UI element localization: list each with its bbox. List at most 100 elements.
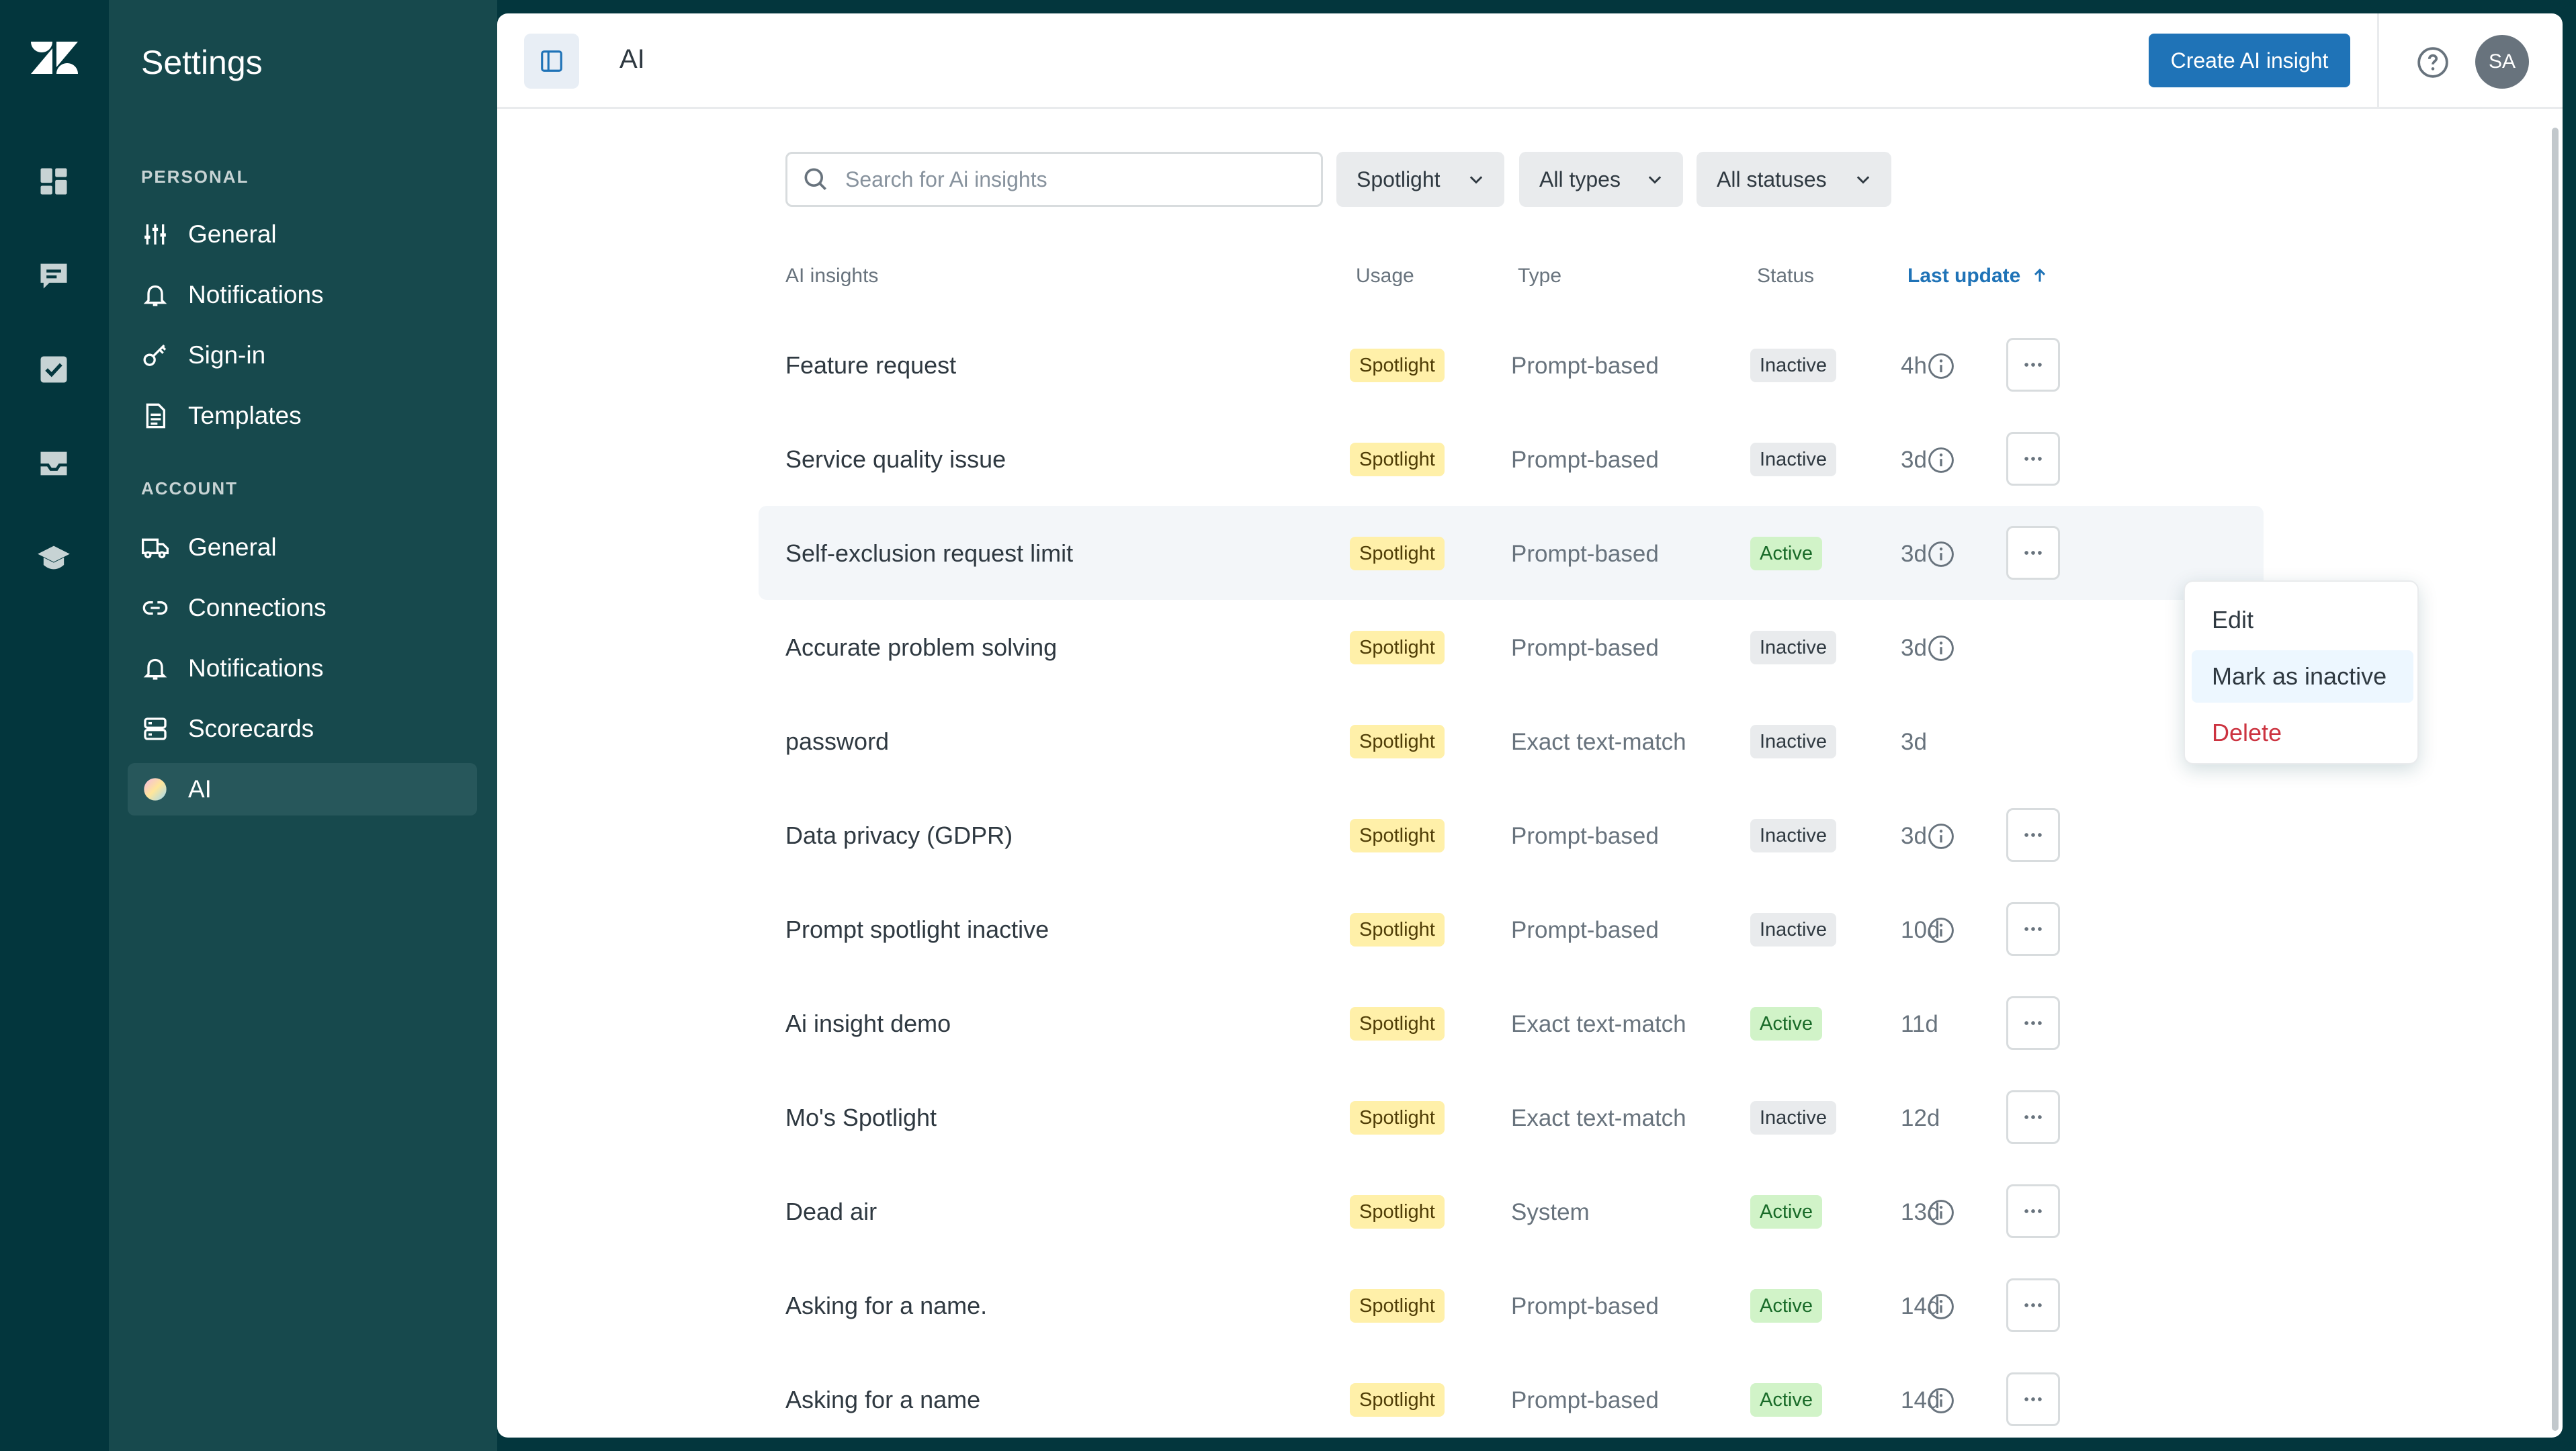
more-horizontal-icon — [2024, 833, 2042, 837]
column-header-label: Last update — [1907, 265, 2021, 287]
info-icon[interactable] — [1926, 445, 1956, 475]
table-row[interactable]: Service quality issue Spotlight Prompt-bas… — [759, 412, 2264, 506]
search-icon — [804, 168, 826, 190]
scrollbar[interactable] — [2552, 128, 2559, 1431]
column-header-ai-insights[interactable]: AI insights — [785, 265, 878, 288]
usage-badge: Spotlight — [1350, 443, 1445, 476]
info-icon[interactable] — [1926, 1198, 1956, 1227]
insight-name[interactable]: password — [785, 728, 889, 756]
insight-name[interactable]: Prompt spotlight inactive — [785, 916, 1049, 944]
column-header-usage[interactable]: Usage — [1356, 265, 1414, 288]
insight-name[interactable]: Data privacy (GDPR) — [785, 822, 1013, 850]
sidebar-item-personal-general[interactable]: General — [128, 208, 477, 261]
dashboard-icon[interactable] — [36, 164, 71, 199]
table-row[interactable]: Mo's Spotlight Spotlight Exact text-match I… — [759, 1070, 2264, 1164]
status-badge: Inactive — [1750, 1101, 1836, 1135]
last-update: 4h — [1901, 353, 1927, 379]
conversations-icon[interactable] — [36, 258, 71, 293]
info-icon[interactable] — [1926, 1386, 1956, 1415]
info-icon[interactable] — [1926, 822, 1956, 851]
insight-type: Prompt-based — [1511, 1293, 1659, 1319]
table-row[interactable]: Feature request Spotlight Prompt-based Inac… — [759, 318, 2264, 412]
info-icon[interactable] — [1926, 633, 1956, 663]
type-filter-dropdown[interactable]: All types — [1519, 152, 1683, 207]
info-icon[interactable] — [1926, 1292, 1956, 1321]
column-header-status[interactable]: Status — [1757, 265, 1814, 288]
status-filter-label: All statuses — [1717, 167, 1827, 191]
key-icon — [141, 341, 169, 369]
help-icon[interactable] — [2416, 46, 2450, 79]
row-actions-button[interactable] — [2006, 808, 2060, 862]
table-row[interactable]: Accurate problem solving Spotlight Prompt-… — [759, 600, 2264, 694]
chevron-down-icon — [1856, 176, 1870, 184]
sidebar-item-account-notifications[interactable]: Notifications — [128, 642, 477, 695]
sidebar-item-templates[interactable]: Templates — [128, 390, 477, 442]
inbox-icon[interactable] — [36, 446, 71, 481]
avatar[interactable]: SA — [2475, 35, 2529, 89]
table-row[interactable]: Asking for a name Spotlight Prompt-based Ac… — [759, 1352, 2264, 1438]
search-field[interactable] — [785, 152, 1323, 207]
menu-item-edit[interactable]: Edit — [2192, 594, 2413, 646]
sidebar-toggle-button[interactable] — [524, 34, 579, 89]
sidebar-item-scorecards[interactable]: Scorecards — [128, 703, 477, 755]
zendesk-logo-icon[interactable] — [30, 39, 79, 77]
column-header-type[interactable]: Type — [1518, 265, 1561, 288]
row-actions-button[interactable] — [2006, 338, 2060, 392]
insight-name[interactable]: Asking for a name — [785, 1386, 980, 1414]
table-row[interactable]: Dead air Spotlight System Active 13d — [759, 1164, 2264, 1258]
row-actions-button[interactable] — [2006, 1090, 2060, 1144]
info-icon[interactable] — [1926, 539, 1956, 569]
insight-name[interactable]: Mo's Spotlight — [785, 1104, 937, 1132]
search-input[interactable] — [845, 167, 1302, 192]
table-row[interactable]: Ai insight demo Spotlight Exact text-match… — [759, 976, 2264, 1070]
insight-name[interactable]: Self-exclusion request limit — [785, 539, 1073, 568]
sidebar-item-sign-in[interactable]: Sign-in — [128, 329, 477, 382]
info-icon[interactable] — [1926, 916, 1956, 945]
sidebar-item-account-general[interactable]: General — [128, 521, 477, 574]
insight-name[interactable]: Feature request — [785, 351, 956, 380]
arrow-up-icon — [2034, 268, 2045, 282]
insight-type: Prompt-based — [1511, 541, 1659, 567]
page-title: AI — [619, 44, 645, 74]
sidebar-item-label: Notifications — [188, 654, 324, 682]
row-actions-button[interactable] — [2006, 902, 2060, 956]
row-actions-button[interactable] — [2006, 996, 2060, 1050]
bell-icon — [141, 654, 169, 683]
last-update: 3d — [1901, 823, 1927, 849]
info-icon[interactable] — [1926, 351, 1956, 381]
column-header-last-update[interactable]: Last update — [1907, 265, 2049, 288]
more-horizontal-icon — [2024, 927, 2042, 931]
table-row[interactable]: password Spotlight Exact text-match Inactiv… — [759, 694, 2264, 788]
table-row[interactable]: Self-exclusion request limit Spotlight Pro… — [759, 506, 2264, 600]
row-actions-button[interactable] — [2006, 526, 2060, 580]
insight-name[interactable]: Dead air — [785, 1198, 877, 1226]
table-row[interactable]: Asking for a name. Spotlight Prompt-based A… — [759, 1258, 2264, 1352]
training-icon[interactable] — [36, 540, 71, 575]
insight-name[interactable]: Asking for a name. — [785, 1292, 987, 1320]
insight-name[interactable]: Ai insight demo — [785, 1010, 951, 1038]
sidebar-item-ai[interactable]: AI — [128, 763, 477, 816]
status-filter-dropdown[interactable]: All statuses — [1697, 152, 1891, 207]
usage-filter-dropdown[interactable]: Spotlight — [1336, 152, 1504, 207]
settings-sidebar: Settings PERSONAL General Notifications … — [109, 0, 497, 1451]
sliders-icon — [141, 220, 169, 249]
last-update: 3d — [1901, 447, 1927, 473]
reviews-icon[interactable] — [36, 352, 71, 387]
table-row[interactable]: Prompt spotlight inactive Spotlight Prompt… — [759, 882, 2264, 976]
row-actions-button[interactable] — [2006, 1372, 2060, 1426]
sidebar-item-personal-notifications[interactable]: Notifications — [128, 269, 477, 321]
table-row[interactable]: Data privacy (GDPR) Spotlight Prompt-based… — [759, 788, 2264, 882]
document-icon — [141, 402, 169, 430]
row-actions-button[interactable] — [2006, 432, 2060, 486]
create-ai-insight-button[interactable]: Create AI insight — [2149, 34, 2350, 87]
menu-item-mark-inactive[interactable]: Mark as inactive — [2192, 650, 2413, 703]
usage-badge: Spotlight — [1350, 1195, 1445, 1229]
row-actions-button[interactable] — [2006, 1278, 2060, 1332]
insight-name[interactable]: Service quality issue — [785, 445, 1006, 474]
insight-type: Prompt-based — [1511, 447, 1659, 473]
last-update: 3d — [1901, 635, 1927, 661]
sidebar-item-connections[interactable]: Connections — [128, 582, 477, 634]
insight-name[interactable]: Accurate problem solving — [785, 633, 1057, 662]
row-actions-button[interactable] — [2006, 1184, 2060, 1238]
menu-item-delete[interactable]: Delete — [2192, 707, 2413, 759]
